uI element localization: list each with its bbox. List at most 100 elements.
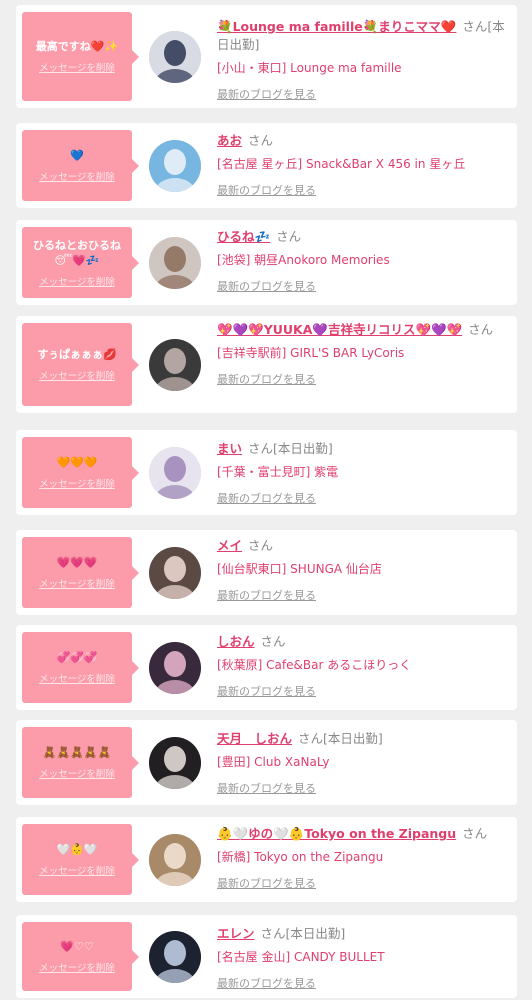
honorific: さん [462, 826, 488, 841]
message-card: すぅぱぁぁぁ💋 メッセージを削除 💖💜💖YUUKA💜吉祥寺リコリス💖💜💖 さん [… [16, 316, 517, 413]
delete-message-link[interactable]: メッセージを削除 [39, 960, 115, 974]
delete-message-link[interactable]: メッセージを削除 [39, 476, 115, 490]
delete-message-link[interactable]: メッセージを削除 [39, 863, 115, 877]
avatar[interactable] [149, 339, 201, 391]
message-bubble: 最高ですね❤️✨ メッセージを削除 [22, 12, 139, 101]
avatar-image [149, 642, 201, 694]
avatar-image [149, 547, 201, 599]
honorific: さん [248, 441, 274, 456]
honorific: さん [462, 19, 488, 34]
message-text: ひるねとおひるね😴💗💤 [33, 238, 121, 267]
name-line: エレン さん[本日出勤] [217, 925, 507, 943]
avatar-image [149, 31, 201, 83]
user-info: あお さん [名古屋 星ヶ丘] Snack&Bar X 456 in 星ヶ丘 最新… [217, 132, 507, 198]
message-text: 最高ですね❤️✨ [35, 40, 119, 53]
shop-text: [名古屋 星ヶ丘] Snack&Bar X 456 in 星ヶ丘 [217, 157, 466, 171]
user-info: ひるね💤 さん [池袋] 朝昼Anokoro Memories 最新のブログを見る [217, 228, 507, 294]
message-bubble: 💗♡♡ メッセージを削除 [22, 922, 139, 991]
latest-blog-link[interactable]: 最新のブログを見る [217, 182, 316, 198]
user-info: 👶🤍ゆの🤍👶Tokyo on the Zipangu さん [新橋] Tokyo … [217, 825, 507, 891]
latest-blog-link[interactable]: 最新のブログを見る [217, 683, 316, 699]
user-info: エレン さん[本日出勤] [名古屋 金山] CANDY BULLET 最新のブログ… [217, 925, 507, 991]
avatar-image [149, 931, 201, 983]
avatar-image [149, 140, 201, 192]
delete-message-link[interactable]: メッセージを削除 [39, 576, 115, 590]
latest-blog-link[interactable]: 最新のブログを見る [217, 86, 316, 102]
message-bubble: 💗💗💗 メッセージを削除 [22, 537, 139, 608]
honorific: さん [260, 634, 286, 649]
status-text: [本日出勤] [323, 731, 383, 746]
user-name-link[interactable]: 💖💜💖YUUKA💜吉祥寺リコリス💖💜💖 [217, 322, 462, 337]
avatar[interactable] [149, 642, 201, 694]
user-name-link[interactable]: 👶🤍ゆの🤍👶Tokyo on the Zipangu [217, 826, 456, 841]
latest-blog-link[interactable]: 最新のブログを見る [217, 780, 316, 796]
message-card: 💙 メッセージを削除 あお さん [名古屋 星ヶ丘] Snack&Bar X 45… [16, 123, 517, 208]
user-name-link[interactable]: あお [217, 133, 242, 148]
avatar[interactable] [149, 931, 201, 983]
user-name-link[interactable]: しおん [217, 634, 255, 649]
name-line: 💖💜💖YUUKA💜吉祥寺リコリス💖💜💖 さん [217, 321, 507, 339]
shop-text: [名古屋 金山] CANDY BULLET [217, 950, 385, 964]
avatar-image [149, 447, 201, 499]
message-text: 🧡🧡🧡 [56, 456, 98, 469]
name-line: あお さん [217, 132, 507, 150]
user-name-link[interactable]: エレン [217, 926, 255, 941]
delete-message-link[interactable]: メッセージを削除 [39, 60, 115, 74]
honorific: さん [248, 133, 274, 148]
message-text: 🤍👶🤍 [56, 843, 98, 856]
honorific: さん [298, 731, 324, 746]
message-list: 最高ですね❤️✨ メッセージを削除 💐Lounge ma famille💐まりこ… [0, 0, 532, 1000]
honorific: さん [260, 926, 286, 941]
latest-blog-link[interactable]: 最新のブログを見る [217, 490, 316, 506]
avatar[interactable] [149, 31, 201, 83]
avatar[interactable] [149, 547, 201, 599]
delete-message-link[interactable]: メッセージを削除 [39, 169, 115, 183]
name-line: 👶🤍ゆの🤍👶Tokyo on the Zipangu さん [217, 825, 507, 843]
message-bubble: 🤍👶🤍 メッセージを削除 [22, 824, 139, 895]
message-bubble: ひるねとおひるね😴💗💤 メッセージを削除 [22, 227, 139, 298]
message-card: 🤍👶🤍 メッセージを削除 👶🤍ゆの🤍👶Tokyo on the Zipangu さ… [16, 817, 517, 902]
message-card: 🧡🧡🧡 メッセージを削除 まい さん[本日出勤] [千葉・富士見町] 紫電 最新の… [16, 430, 517, 515]
delete-message-link[interactable]: メッセージを削除 [39, 671, 115, 685]
latest-blog-link[interactable]: 最新のブログを見る [217, 371, 316, 387]
latest-blog-link[interactable]: 最新のブログを見る [217, 587, 316, 603]
message-bubble: 💞💞💞 メッセージを削除 [22, 632, 139, 703]
shop-text: [仙台駅東口] SHUNGA 仙台店 [217, 562, 382, 576]
user-name-link[interactable]: メイ [217, 538, 242, 553]
avatar[interactable] [149, 140, 201, 192]
avatar[interactable] [149, 834, 201, 886]
avatar[interactable] [149, 447, 201, 499]
user-name-link[interactable]: 💐Lounge ma famille💐まりこママ❤️ [217, 19, 456, 34]
avatar-image [149, 339, 201, 391]
user-info: 💐Lounge ma famille💐まりこママ❤️ さん[本日出勤] [小山・東… [217, 18, 507, 102]
avatar[interactable] [149, 737, 201, 789]
avatar-image [149, 834, 201, 886]
latest-blog-link[interactable]: 最新のブログを見る [217, 975, 316, 991]
message-bubble: 🧸🧸🧸🧸🧸 メッセージを削除 [22, 727, 139, 798]
avatar-image [149, 737, 201, 789]
shop-text: [秋葉原] Cafe&Bar あるこほりっく [217, 658, 412, 672]
name-line: ひるね💤 さん [217, 228, 507, 246]
avatar[interactable] [149, 237, 201, 289]
message-bubble: 💙 メッセージを削除 [22, 130, 139, 201]
status-text: [本日出勤] [285, 926, 346, 941]
user-name-link[interactable]: まい [217, 441, 242, 456]
delete-message-link[interactable]: メッセージを削除 [39, 274, 115, 288]
message-bubble: すぅぱぁぁぁ💋 メッセージを削除 [22, 323, 139, 406]
latest-blog-link[interactable]: 最新のブログを見る [217, 278, 316, 294]
user-name-link[interactable]: 天月 しおん [217, 731, 292, 746]
message-card: 💗♡♡ メッセージを削除 エレン さん[本日出勤] [名古屋 金山] CANDY … [16, 915, 517, 998]
message-bubble: 🧡🧡🧡 メッセージを削除 [22, 437, 139, 508]
message-card: 最高ですね❤️✨ メッセージを削除 💐Lounge ma famille💐まりこ… [16, 5, 517, 108]
message-text: 💞💞💞 [56, 651, 98, 664]
name-line: しおん さん [217, 633, 507, 651]
user-name-link[interactable]: ひるね💤 [217, 229, 270, 244]
name-line: メイ さん [217, 537, 507, 555]
latest-blog-link[interactable]: 最新のブログを見る [217, 875, 316, 891]
shop-text: [小山・東口] Lounge ma famille [217, 61, 402, 75]
name-line: 天月 しおん さん[本日出勤] [217, 730, 507, 748]
delete-message-link[interactable]: メッセージを削除 [39, 368, 115, 382]
user-info: しおん さん [秋葉原] Cafe&Bar あるこほりっく 最新のブログを見る [217, 633, 507, 699]
delete-message-link[interactable]: メッセージを削除 [39, 766, 115, 780]
honorific: さん [468, 322, 494, 337]
